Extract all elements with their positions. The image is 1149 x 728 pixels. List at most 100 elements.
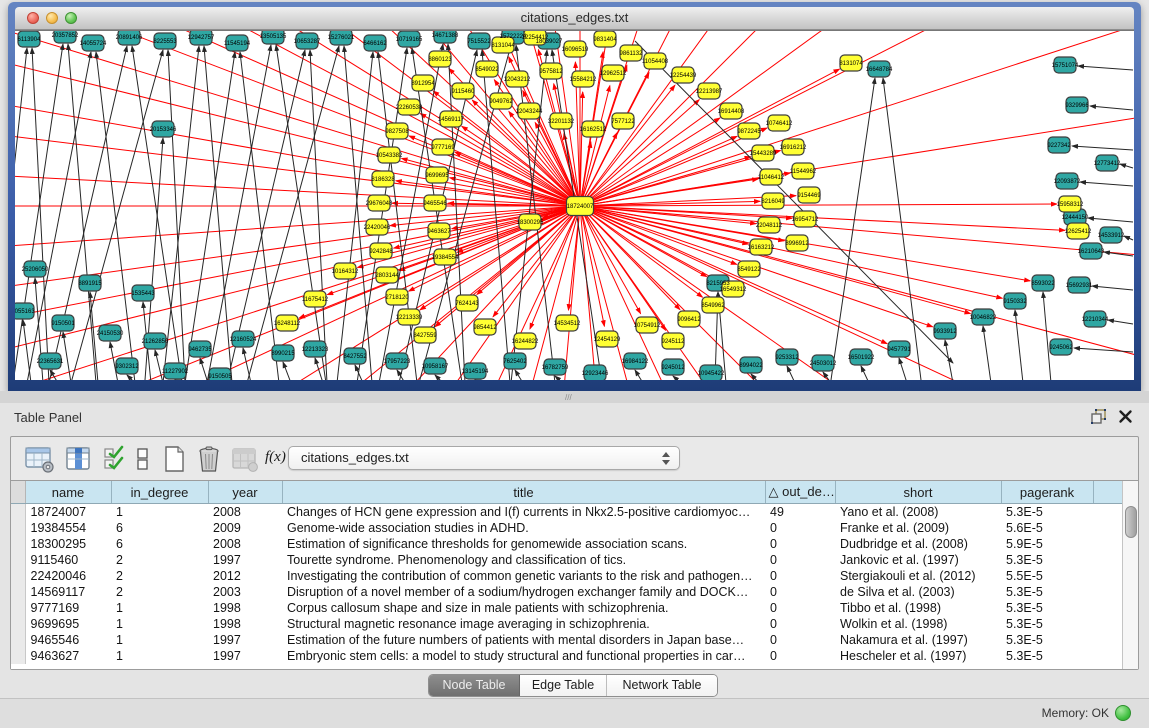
divider-grip-icon[interactable]: /// [565, 394, 577, 401]
table-cell[interactable]: Nakamura et al. (1997) [835, 632, 1001, 648]
table-row[interactable]: 1872400712008Changes of HCN gene express… [11, 504, 1123, 521]
table-cell[interactable]: 22420046 [25, 568, 111, 584]
float-panel-icon[interactable] [1091, 409, 1107, 425]
split-divider[interactable]: /// [0, 391, 1149, 403]
table-cell[interactable]: Yano et al. (2008) [835, 504, 1001, 521]
table-cell[interactable]: 1 [111, 600, 208, 616]
table-cell[interactable]: 2012 [208, 568, 282, 584]
table-cell[interactable]: 9463627 [25, 648, 111, 664]
tab-edge-table[interactable]: Edge Table [520, 675, 607, 696]
table-cell[interactable]: Stergiakouli et al. (2012) [835, 568, 1001, 584]
table-cell[interactable]: 5.3E-5 [1001, 648, 1093, 664]
table-cell[interactable]: 18724007 [25, 504, 111, 521]
table-cell[interactable]: Jankovic et al. (1997) [835, 552, 1001, 568]
table-cell[interactable]: Corpus callosum shape and size in male p… [282, 600, 765, 616]
table-cell[interactable]: 49 [765, 504, 835, 521]
table-cell[interactable]: 5.3E-5 [1001, 552, 1093, 568]
table-cell[interactable]: 5.3E-5 [1001, 584, 1093, 600]
table-cell[interactable]: 0 [765, 648, 835, 664]
table-cell[interactable]: 1998 [208, 600, 282, 616]
column-header-out_de[interactable]: △ out_de… [765, 481, 835, 504]
tab-network-table[interactable]: Network Table [607, 675, 717, 696]
table-cell[interactable]: 1997 [208, 648, 282, 664]
table-row[interactable]: 911546021997Tourette syndrome. Phenomeno… [11, 552, 1123, 568]
network-canvas[interactable]: 6113904203578521405572420891406822555312… [15, 30, 1134, 380]
table-cell[interactable]: 5.6E-5 [1001, 520, 1093, 536]
table-cell[interactable]: Tibbo et al. (1998) [835, 600, 1001, 616]
table-cell[interactable]: Tourette syndrome. Phenomenology and cla… [282, 552, 765, 568]
delete-table-icon[interactable] [195, 445, 225, 473]
table-scrollbar[interactable] [1122, 481, 1138, 669]
table-cell[interactable]: 5.9E-5 [1001, 536, 1093, 552]
table-cell[interactable]: Franke et al. (2009) [835, 520, 1001, 536]
table-cell[interactable]: Wolkin et al. (1998) [835, 616, 1001, 632]
table-cell[interactable]: 9115460 [25, 552, 111, 568]
table-cell[interactable]: 1 [111, 504, 208, 521]
column-header-pagerank[interactable]: pagerank [1001, 481, 1093, 504]
table-cell[interactable]: 9777169 [25, 600, 111, 616]
table-cell[interactable]: Disruption of a novel member of a sodium… [282, 584, 765, 600]
table-cell[interactable]: 1998 [208, 616, 282, 632]
table-cell[interactable]: 0 [765, 616, 835, 632]
table-cell[interactable]: 14569117 [25, 584, 111, 600]
table-cell[interactable]: 1 [111, 632, 208, 648]
table-cell[interactable]: 5.3E-5 [1001, 616, 1093, 632]
table-cell[interactable]: 0 [765, 584, 835, 600]
table-cell[interactable]: 0 [765, 520, 835, 536]
table-cell[interactable]: 6 [111, 520, 208, 536]
table-cell[interactable]: 1997 [208, 632, 282, 648]
table-cell[interactable]: 0 [765, 568, 835, 584]
table-cell[interactable]: Structural magnetic resonance image aver… [282, 616, 765, 632]
table-cell[interactable]: 1 [111, 616, 208, 632]
table-cell[interactable]: 2 [111, 552, 208, 568]
table-row[interactable]: 1456911722003Disruption of a novel membe… [11, 584, 1123, 600]
table-cell[interactable]: 6 [111, 536, 208, 552]
table-row[interactable]: 1830029562008Estimation of significance … [11, 536, 1123, 552]
table-cell[interactable]: 9699695 [25, 616, 111, 632]
table-row[interactable]: 946362711997Embryonic stem cells: a mode… [11, 648, 1123, 664]
table-cell[interactable]: 18300295 [25, 536, 111, 552]
column-header-in_degree[interactable]: in_degree [111, 481, 208, 504]
table-row[interactable]: 1938455462009Genome-wide association stu… [11, 520, 1123, 536]
table-cell[interactable]: 2008 [208, 504, 282, 521]
table-cell[interactable]: 5.5E-5 [1001, 568, 1093, 584]
table-cell[interactable]: 0 [765, 632, 835, 648]
citation-network-graph[interactable]: 6113904203578521405572420891406822555312… [15, 31, 1134, 380]
table-row[interactable]: 969969511998Structural magnetic resonanc… [11, 616, 1123, 632]
table-select-dropdown[interactable]: citations_edges.txt [288, 446, 680, 470]
table-cell[interactable]: Genome-wide association studies in ADHD. [282, 520, 765, 536]
column-header-short[interactable]: short [835, 481, 1001, 504]
table-cell[interactable]: 5.3E-5 [1001, 600, 1093, 616]
column-header-name[interactable]: name [25, 481, 111, 504]
table-cell[interactable]: Estimation of the future numbers of pati… [282, 632, 765, 648]
select-columns-icon[interactable] [103, 445, 127, 473]
table-cell[interactable]: 2 [111, 568, 208, 584]
table-row[interactable]: 2242004622012Investigating the contribut… [11, 568, 1123, 584]
table-scrollbar-thumb[interactable] [1125, 506, 1137, 538]
column-header-title[interactable]: title [282, 481, 765, 504]
table-cell[interactable]: 1 [111, 648, 208, 664]
table-cell[interactable]: Hescheler et al. (1997) [835, 648, 1001, 664]
table-cell[interactable]: 19384554 [25, 520, 111, 536]
table-cell[interactable]: 0 [765, 552, 835, 568]
table-cell[interactable]: 2008 [208, 536, 282, 552]
table-cell[interactable]: Investigating the contribution of common… [282, 568, 765, 584]
table-cell[interactable]: 2003 [208, 584, 282, 600]
table-cell[interactable]: Estimation of significance thresholds fo… [282, 536, 765, 552]
table-row[interactable]: 977716911998Corpus callosum shape and si… [11, 600, 1123, 616]
tab-node-table[interactable]: Node Table [429, 675, 520, 696]
table-cell[interactable]: 2009 [208, 520, 282, 536]
table-cell[interactable]: de Silva et al. (2003) [835, 584, 1001, 600]
table-cell[interactable]: 5.3E-5 [1001, 632, 1093, 648]
table-cell[interactable]: Dudbridge et al. (2008) [835, 536, 1001, 552]
table-cell[interactable]: 1997 [208, 552, 282, 568]
column-header-year[interactable]: year [208, 481, 282, 504]
table-cell[interactable]: 9465546 [25, 632, 111, 648]
network-window-titlebar[interactable]: citations_edges.txt [15, 7, 1134, 30]
table-cell[interactable]: 2 [111, 584, 208, 600]
table-row[interactable]: 946554611997Estimation of the future num… [11, 632, 1123, 648]
row-height-icon[interactable] [135, 445, 151, 473]
close-panel-icon[interactable] [1118, 409, 1133, 424]
show-columns-icon[interactable] [65, 445, 95, 473]
table-cell[interactable]: Changes of HCN gene expression and I(f) … [282, 504, 765, 521]
